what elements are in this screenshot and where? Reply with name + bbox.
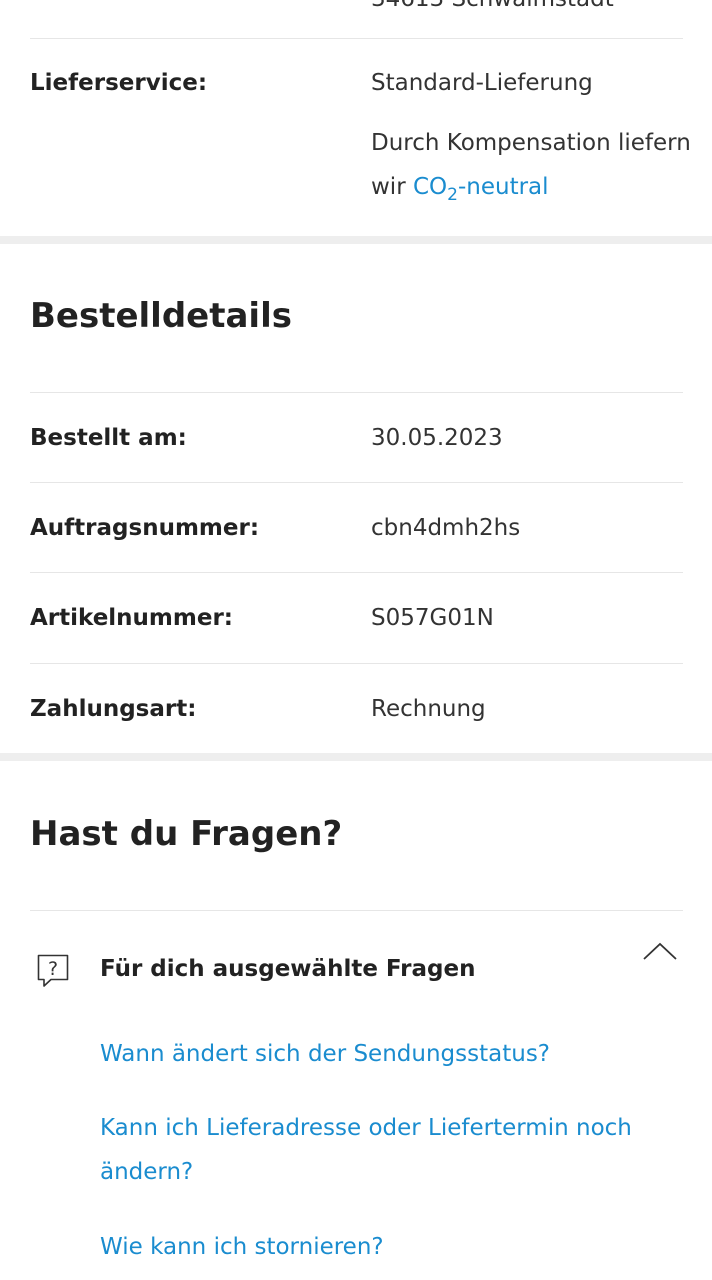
order-number-value: cbn4dmh2hs (371, 515, 521, 541)
faq-question-link[interactable]: Wann ändert sich der Sendungsstatus? (100, 1032, 680, 1076)
order-date-value: 30.05.2023 (371, 425, 503, 451)
divider (30, 392, 683, 393)
faq-question-link[interactable]: Kann ich Lieferadresse oder Liefertermin… (100, 1106, 680, 1194)
address-city-line: 34613 Schwalmstadt (371, 0, 614, 12)
order-number-label: Auftragsnummer: (30, 515, 260, 541)
section-separator (0, 236, 712, 244)
svg-text:?: ? (48, 958, 58, 980)
chevron-up-icon[interactable] (642, 940, 678, 962)
faq-title: Hast du Fragen? (30, 814, 343, 854)
co2-neutral-link[interactable]: CO2-neutral (413, 174, 549, 205)
divider (30, 482, 683, 483)
section-separator (0, 753, 712, 761)
payment-method-label: Zahlungsart: (30, 696, 197, 722)
delivery-service-label: Lieferservice: (30, 70, 208, 96)
payment-method-value: Rechnung (371, 696, 486, 722)
article-number-label: Artikelnummer: (30, 605, 234, 631)
order-details-title: Bestelldetails (30, 296, 292, 336)
faq-section-title: Für dich ausgewählte Fragen (100, 956, 476, 982)
order-date-label: Bestellt am: (30, 425, 187, 451)
divider (30, 910, 683, 911)
co2-note: Durch Kompensation liefern wir CO2-neutr… (371, 121, 691, 211)
divider (30, 38, 683, 39)
delivery-service-value: Standard-Lieferung (371, 70, 593, 96)
divider (30, 572, 683, 573)
article-number-value: S057G01N (371, 605, 494, 631)
faq-question-link[interactable]: Wie kann ich stornieren? (100, 1225, 680, 1269)
question-bubble-icon: ? (37, 954, 69, 987)
divider (30, 663, 683, 664)
